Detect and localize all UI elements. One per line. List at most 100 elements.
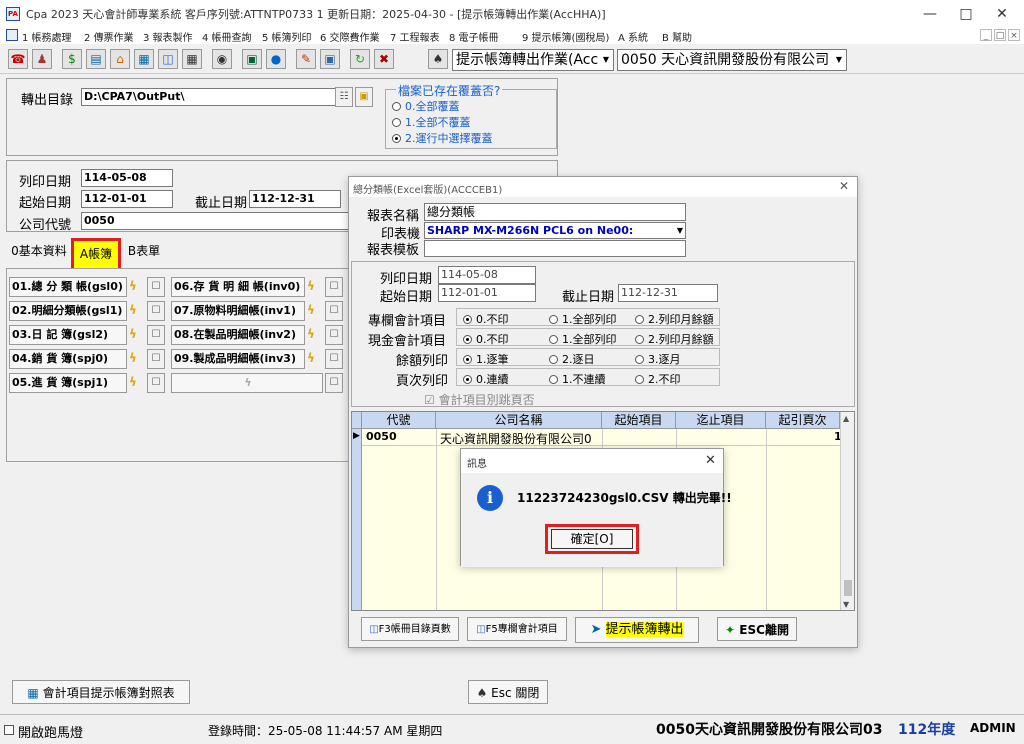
page-print-opt-0[interactable]: 0.連續 xyxy=(463,371,509,387)
menu-item-6[interactable]: 6 交際費作業 xyxy=(320,29,380,44)
end-date-input[interactable]: 112-12-31 xyxy=(249,190,341,208)
esc-leave-button[interactable]: ✦ ESC離開 xyxy=(717,617,797,641)
page-break-checkbox[interactable]: ☑ 會計項目別跳頁否 xyxy=(424,391,535,408)
preview-icon[interactable]: ☐ xyxy=(147,277,165,297)
account-map-button[interactable]: ▦ 會計項目提示帳簿對照表 xyxy=(12,680,190,704)
calculator-icon[interactable]: ▦ xyxy=(182,49,202,69)
template-input[interactable] xyxy=(424,240,686,257)
company-code-input[interactable]: 0050 xyxy=(81,212,353,230)
ledger-inv0-button[interactable]: 06.存 貨 明 細 帳(inv0) xyxy=(171,277,305,297)
minimize-button[interactable]: — xyxy=(920,4,940,24)
picture-icon[interactable]: ▣ xyxy=(320,49,340,69)
menu-item-7[interactable]: 7 工程報表 xyxy=(390,29,440,44)
table-icon[interactable]: ▤ xyxy=(86,49,106,69)
cash-account-opt-0[interactable]: 0.不印 xyxy=(463,331,509,347)
preview-icon[interactable]: ☐ xyxy=(147,373,165,393)
special-account-opt-0[interactable]: 0.不印 xyxy=(463,311,509,327)
printer-select[interactable]: SHARP MX-M266N PCL6 on Ne00: ▼ xyxy=(424,222,686,239)
function-combo[interactable]: 提示帳簿轉出作業(Acc ▼ xyxy=(452,49,614,71)
overwrite-option-2[interactable]: 2.運行中選擇覆蓋 xyxy=(392,130,493,146)
table-row[interactable]: 0050 天心資訊開發股份有限公司0 1 xyxy=(362,429,842,446)
chevron-up-icon[interactable]: ▲ xyxy=(843,414,849,423)
menu-item-1[interactable]: 1 帳務處理 xyxy=(22,29,72,44)
special-account-opt-2[interactable]: 2.列印月餘額 xyxy=(635,311,714,327)
monitor-icon[interactable]: ▣ xyxy=(242,49,262,69)
menu-item-8[interactable]: 8 電子帳冊 xyxy=(449,29,499,44)
menu-item-4[interactable]: 4 帳冊查詢 xyxy=(202,29,252,44)
pages-icon[interactable]: ◫ xyxy=(158,49,178,69)
balance-print-opt-2[interactable]: 3.逐月 xyxy=(635,351,681,367)
menu-item-3[interactable]: 3 報表製作 xyxy=(143,29,193,44)
ledger-inv1-button[interactable]: 07.原物料明細帳(inv1) xyxy=(171,301,305,321)
f3-catalog-button[interactable]: ◫F3帳冊目錄頁數 xyxy=(361,617,459,641)
page-print-opt-1[interactable]: 1.不連續 xyxy=(549,371,606,387)
overwrite-option-0[interactable]: 0.全部覆蓋 xyxy=(392,98,460,114)
close-icon[interactable]: ✕ xyxy=(839,179,849,193)
cash-account-opt-1[interactable]: 1.全部列印 xyxy=(549,331,617,347)
menu-item-b[interactable]: B 幫助 xyxy=(662,29,692,44)
preview-icon[interactable]: ☐ xyxy=(325,373,343,393)
rd-start-date-input[interactable]: 112-01-01 xyxy=(438,284,536,302)
balance-print-opt-1[interactable]: 2.逐日 xyxy=(549,351,595,367)
company-combo[interactable]: 0050 天心資訊開發股份有限公司 ▼ xyxy=(617,49,847,71)
tab-ledger[interactable]: A帳簿 xyxy=(71,238,121,272)
ledger-spj0-button[interactable]: 04.銷 貨 簿(spj0) xyxy=(9,349,127,369)
preview-icon[interactable]: ☐ xyxy=(325,349,343,369)
ledger-gsl2-button[interactable]: 03.日 記 簿(gsl2) xyxy=(9,325,127,345)
grid-icon[interactable]: ▦ xyxy=(134,49,154,69)
dollar-icon[interactable]: $ xyxy=(62,49,82,69)
preview-icon[interactable]: ☐ xyxy=(147,325,165,345)
page-print-opt-2[interactable]: 2.不印 xyxy=(635,371,681,387)
ledger-spj1-button[interactable]: 05.進 貨 簿(spj1) xyxy=(9,373,127,393)
ledger-inv2-button[interactable]: 08.在製品明細帳(inv2) xyxy=(171,325,305,345)
maximize-button[interactable]: □ xyxy=(956,4,976,24)
paint-icon[interactable]: ✎ xyxy=(296,49,316,69)
tab-basic[interactable]: 0基本資料 xyxy=(8,240,70,262)
export-button[interactable]: ➤ 提示帳簿轉出 xyxy=(575,617,699,643)
eye-icon[interactable]: ◉ xyxy=(212,49,232,69)
rd-end-date-input[interactable]: 112-12-31 xyxy=(618,284,718,302)
special-account-opt-1[interactable]: 1.全部列印 xyxy=(549,311,617,327)
ok-button[interactable]: 確定[O] xyxy=(551,529,633,549)
report-name-input[interactable]: 總分類帳 xyxy=(424,203,686,221)
print-date-input[interactable]: 114-05-08 xyxy=(81,169,173,187)
ledger-gsl0-button[interactable]: 01.總 分 類 帳(gsl0) xyxy=(9,277,127,297)
chevron-down-icon[interactable]: ▼ xyxy=(843,600,849,609)
cash-account-opt-2[interactable]: 2.列印月餘額 xyxy=(635,331,714,347)
refresh-icon[interactable]: ↻ xyxy=(350,49,370,69)
folder-icon[interactable]: ▣ xyxy=(355,87,373,107)
mdi-close-button[interactable]: × xyxy=(1008,29,1020,41)
menu-item-2[interactable]: 2 傳票作業 xyxy=(84,29,134,44)
rd-print-date-input[interactable]: 114-05-08 xyxy=(438,266,536,284)
marquee-checkbox[interactable] xyxy=(4,725,14,735)
globe-icon[interactable]: ● xyxy=(266,49,286,69)
browse-tree-icon[interactable]: ☷ xyxy=(335,87,353,107)
ledger-gsl1-button[interactable]: 02.明細分類帳(gsl1) xyxy=(9,301,127,321)
phone-icon[interactable]: ☎ xyxy=(8,49,28,69)
export-dir-input[interactable]: D:\CPA7\OutPut\ xyxy=(81,88,337,106)
close-icon[interactable]: ✕ xyxy=(705,453,716,468)
f5-special-button[interactable]: ◫F5專欄會計項目 xyxy=(467,617,567,641)
menu-item-9[interactable]: 9 提示帳簿(國稅局) xyxy=(522,29,609,44)
preview-icon[interactable]: ☐ xyxy=(147,349,165,369)
scrollbar-thumb[interactable] xyxy=(844,580,852,596)
home-icon[interactable]: ⌂ xyxy=(110,49,130,69)
grid-scrollbar[interactable]: ▲ ▼ xyxy=(840,412,854,610)
preview-icon[interactable]: ☐ xyxy=(325,325,343,345)
menu-item-a[interactable]: A 系統 xyxy=(618,29,648,44)
tab-forms[interactable]: B表單 xyxy=(122,240,166,262)
ledger-inv3-button[interactable]: 09.製成品明細帳(inv3) xyxy=(171,349,305,369)
preview-icon[interactable]: ☐ xyxy=(147,301,165,321)
menu-item-5[interactable]: 5 帳簿列印 xyxy=(262,29,312,44)
preview-icon[interactable]: ☐ xyxy=(325,277,343,297)
exit-icon[interactable]: ✖ xyxy=(374,49,394,69)
people-icon[interactable]: ♟ xyxy=(32,49,52,69)
mdi-restore-button[interactable]: □ xyxy=(994,29,1006,41)
start-date-input[interactable]: 112-01-01 xyxy=(81,190,173,208)
mdi-minimize-button[interactable]: _ xyxy=(980,29,992,41)
preview-icon[interactable]: ☐ xyxy=(325,301,343,321)
close-window-button[interactable]: ✕ xyxy=(992,4,1012,24)
close-button[interactable]: ♠ Esc 關閉 xyxy=(468,680,548,704)
person-exit-icon[interactable]: ♠ xyxy=(428,49,448,69)
balance-print-opt-0[interactable]: 1.逐筆 xyxy=(463,351,509,367)
